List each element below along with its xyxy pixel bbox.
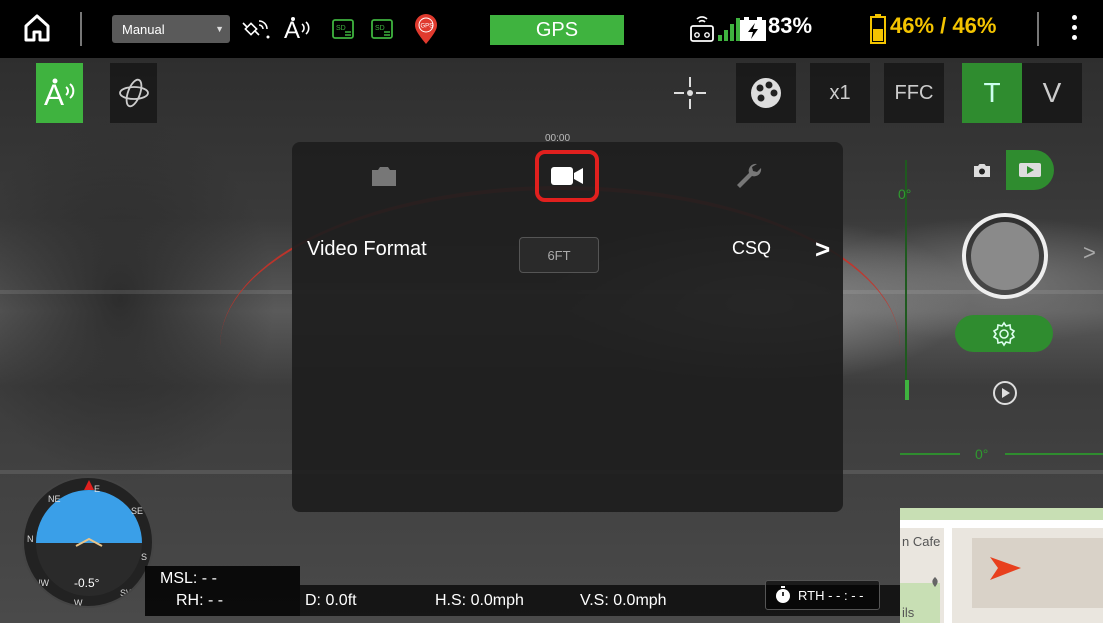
camera-icon bbox=[372, 167, 396, 186]
crosshair-icon bbox=[674, 77, 706, 109]
rth-label: RTH - - : - - bbox=[798, 587, 864, 603]
attitude-indicator: N NE E SE S SW W NW -0.5° bbox=[22, 476, 154, 608]
compass-label: W bbox=[74, 598, 83, 608]
remote-battery-percent: 46% / 46% bbox=[890, 13, 997, 38]
horizontal-speed-readout: H.S: 0.0mph bbox=[435, 592, 524, 609]
map-poi-icon bbox=[932, 577, 938, 587]
pitch-readout: -0.5° bbox=[74, 576, 100, 590]
msl-readout: MSL: - - bbox=[160, 570, 217, 587]
svg-text:GPS: GPS bbox=[421, 24, 434, 30]
compass-label: N bbox=[27, 534, 34, 544]
rth-button[interactable]: RTH - - : - - bbox=[765, 580, 880, 610]
caret-down-icon: ▼ bbox=[215, 24, 224, 34]
gimbal-pitch-indicator bbox=[905, 380, 909, 400]
rh-readout: RH: - - bbox=[176, 592, 224, 609]
chevron-right-icon[interactable]: > bbox=[1083, 240, 1096, 266]
battery-charging-icon bbox=[738, 16, 768, 42]
map-label: n Cafe bbox=[902, 534, 941, 549]
gps-status-button[interactable]: GPS bbox=[490, 15, 624, 45]
playback-icon bbox=[993, 381, 1017, 405]
top-status-bar: Manual ▼ A SD SD GPS GPS 83% 46% / 46% bbox=[0, 0, 1103, 58]
flight-mode-select[interactable]: Manual ▼ bbox=[112, 15, 230, 43]
gimbal-orbit-button[interactable] bbox=[110, 63, 157, 123]
gimbal-yaw-scale bbox=[900, 453, 960, 455]
gear-icon bbox=[992, 321, 1016, 346]
svg-text:SD: SD bbox=[336, 25, 346, 32]
map-road bbox=[944, 528, 952, 623]
horizon-marker-icon bbox=[75, 537, 103, 547]
video-camera-icon bbox=[551, 167, 583, 185]
heading-marker-icon bbox=[84, 480, 94, 490]
photo-mode-option[interactable] bbox=[958, 150, 1006, 190]
palette-icon bbox=[751, 78, 781, 108]
gps-pin-icon: GPS bbox=[412, 12, 440, 46]
svg-text:A: A bbox=[284, 17, 300, 42]
record-timer: 00:00 bbox=[545, 133, 571, 144]
stopwatch-icon bbox=[776, 586, 790, 603]
video-mode-option[interactable] bbox=[1006, 150, 1054, 190]
tab-photo[interactable] bbox=[354, 150, 414, 202]
divider bbox=[1037, 12, 1039, 46]
video-camera-icon bbox=[1019, 163, 1041, 177]
distance-readout: D: 0.0ft bbox=[305, 592, 357, 609]
vertical-speed-readout: V.S: 0.0mph bbox=[580, 592, 667, 609]
record-button[interactable] bbox=[962, 213, 1048, 299]
svg-text:A: A bbox=[44, 79, 64, 109]
aircraft-heading-icon bbox=[990, 557, 1021, 580]
aircraft-battery-percent: 83% bbox=[768, 13, 813, 38]
compass-label: SW bbox=[120, 588, 135, 598]
atti-icon: A bbox=[44, 78, 74, 109]
palette-button[interactable] bbox=[736, 63, 796, 123]
video-format-value[interactable]: CSQ bbox=[732, 238, 771, 259]
video-format-label: Video Format bbox=[307, 238, 427, 260]
satellite-icon bbox=[240, 16, 272, 42]
compass-label: E bbox=[94, 484, 101, 494]
remote-controller-icon bbox=[688, 12, 716, 44]
mini-map[interactable]: n Cafe ils bbox=[900, 508, 1103, 623]
gimbal-pitch-degree: 0° bbox=[898, 186, 912, 202]
compass-label: S bbox=[141, 552, 148, 562]
compass-label: SE bbox=[131, 506, 144, 516]
chevron-right-icon[interactable]: > bbox=[815, 234, 830, 265]
playback-button[interactable] bbox=[990, 378, 1020, 408]
svg-text:SD: SD bbox=[375, 25, 385, 32]
compass-label: NE bbox=[48, 494, 61, 504]
tab-settings[interactable] bbox=[718, 150, 778, 202]
wrench-icon bbox=[737, 163, 762, 188]
crosshair-button[interactable] bbox=[665, 63, 715, 123]
zoom-button[interactable]: x1 bbox=[810, 63, 870, 123]
sd-card-icon: SD bbox=[330, 16, 356, 42]
atti-mode-button[interactable]: A bbox=[36, 63, 83, 123]
camera-icon bbox=[974, 164, 990, 177]
format-box: 6FT bbox=[519, 237, 599, 273]
visual-mode-button[interactable]: V bbox=[1022, 63, 1082, 123]
home-icon[interactable] bbox=[24, 14, 50, 42]
compass-label: NW bbox=[34, 578, 49, 588]
divider bbox=[80, 12, 82, 46]
atti-icon: A bbox=[282, 16, 318, 42]
map-label: ils bbox=[902, 605, 915, 620]
orbit-icon bbox=[118, 78, 149, 108]
flight-mode-value: Manual bbox=[122, 21, 165, 37]
thermal-mode-button[interactable]: T bbox=[962, 63, 1022, 123]
gimbal-yaw-scale bbox=[1005, 453, 1103, 455]
map-road bbox=[900, 520, 1103, 528]
camera-settings-button[interactable] bbox=[955, 315, 1053, 352]
ffc-button[interactable]: FFC bbox=[884, 63, 944, 123]
tab-video[interactable] bbox=[535, 150, 599, 202]
gimbal-yaw-degree: 0° bbox=[975, 446, 989, 462]
menu-dots-icon[interactable] bbox=[1066, 12, 1082, 46]
map-park bbox=[900, 508, 1103, 520]
battery-icon bbox=[868, 14, 888, 44]
capture-mode-toggle[interactable] bbox=[958, 150, 1056, 190]
sd-card-icon: SD bbox=[369, 16, 395, 42]
